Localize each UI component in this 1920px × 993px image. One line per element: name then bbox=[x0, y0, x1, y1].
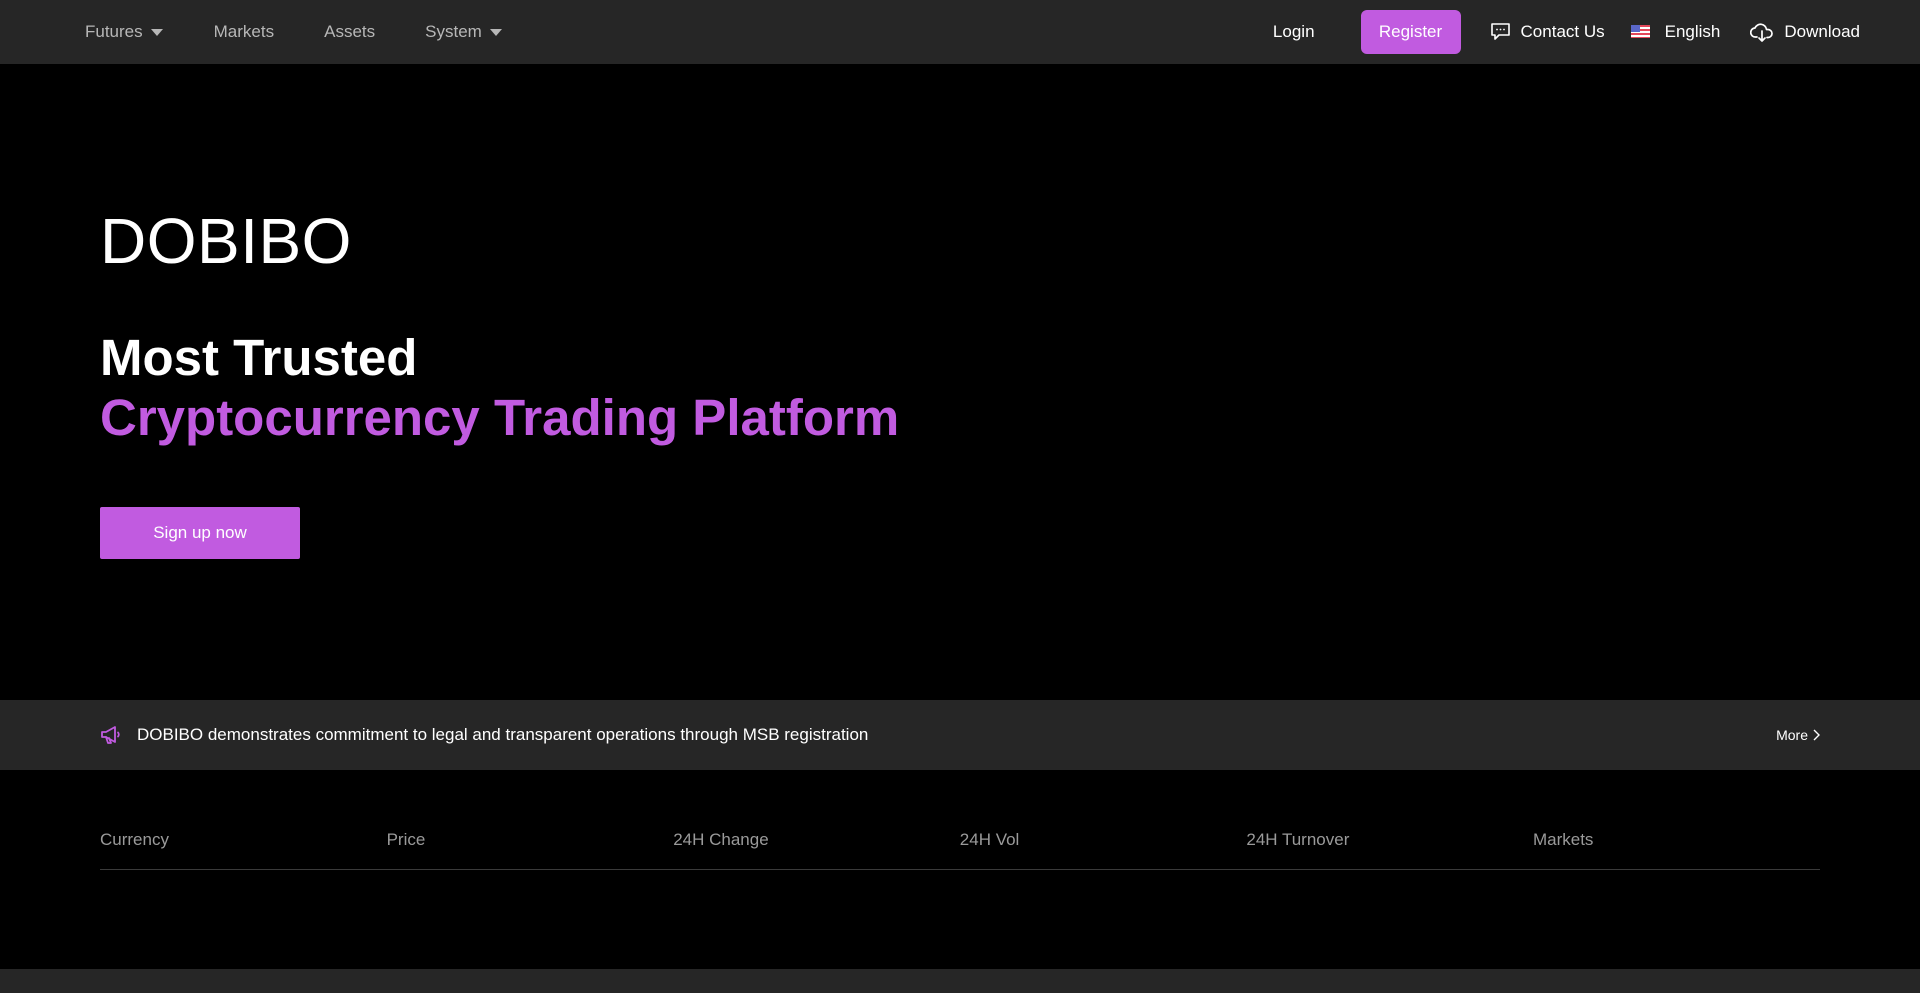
chat-bubble-icon bbox=[1490, 23, 1510, 40]
announcement-text[interactable]: DOBIBO demonstrates commitment to legal … bbox=[137, 725, 868, 745]
nav-system-label: System bbox=[425, 21, 482, 41]
login-link[interactable]: Login bbox=[1273, 22, 1315, 42]
column-header-markets: Markets bbox=[1532, 830, 1594, 849]
nav-system[interactable]: System bbox=[425, 0, 502, 63]
hero-headline-line1: Most Trusted bbox=[100, 329, 418, 386]
language-label: English bbox=[1664, 21, 1721, 41]
main-nav: Futures Markets Assets System bbox=[85, 0, 502, 63]
register-button[interactable]: Register bbox=[1360, 9, 1461, 54]
download-label: Download bbox=[1784, 21, 1860, 41]
nav-assets-label: Assets bbox=[324, 21, 376, 41]
column-header-24h-turnover: 24H Turnover bbox=[1246, 830, 1350, 849]
footer-strip bbox=[0, 969, 1920, 993]
top-navigation-bar: Futures Markets Assets System Login Regi… bbox=[0, 0, 1920, 64]
account-nav: Login Register Contact Us English Downlo… bbox=[1273, 0, 1860, 63]
chevron-right-icon bbox=[1813, 729, 1820, 741]
column-header-24h-change: 24H Change bbox=[673, 830, 769, 849]
nav-assets[interactable]: Assets bbox=[324, 0, 375, 63]
download-link[interactable]: Download bbox=[1750, 21, 1860, 43]
nav-futures[interactable]: Futures bbox=[85, 0, 163, 63]
column-header-24h-vol: 24H Vol bbox=[959, 830, 1020, 849]
cloud-download-icon bbox=[1750, 22, 1774, 42]
us-flag-icon bbox=[1630, 25, 1650, 38]
market-table-header: Currency Price 24H Change 24H Vol 24H Tu… bbox=[100, 818, 1820, 870]
more-link[interactable]: More bbox=[1776, 727, 1820, 743]
nav-markets[interactable]: Markets bbox=[214, 0, 274, 63]
brand-title: DOBIBO bbox=[100, 205, 352, 277]
sign-up-button[interactable]: Sign up now bbox=[100, 507, 300, 559]
column-header-price: Price bbox=[386, 830, 426, 849]
megaphone-icon bbox=[101, 726, 120, 744]
column-header-currency: Currency bbox=[100, 830, 169, 849]
caret-down-icon bbox=[489, 29, 502, 36]
nav-markets-label: Markets bbox=[213, 21, 275, 41]
contact-us-label: Contact Us bbox=[1520, 21, 1605, 41]
caret-down-icon bbox=[150, 29, 163, 36]
contact-us-link[interactable]: Contact Us bbox=[1490, 22, 1605, 42]
announcement-bar: DOBIBO demonstrates commitment to legal … bbox=[0, 700, 1920, 770]
hero-headline-line2: Cryptocurrency Trading Platform bbox=[100, 389, 900, 446]
nav-futures-label: Futures bbox=[85, 21, 143, 41]
more-label: More bbox=[1776, 727, 1808, 743]
language-selector[interactable]: English bbox=[1630, 21, 1721, 42]
